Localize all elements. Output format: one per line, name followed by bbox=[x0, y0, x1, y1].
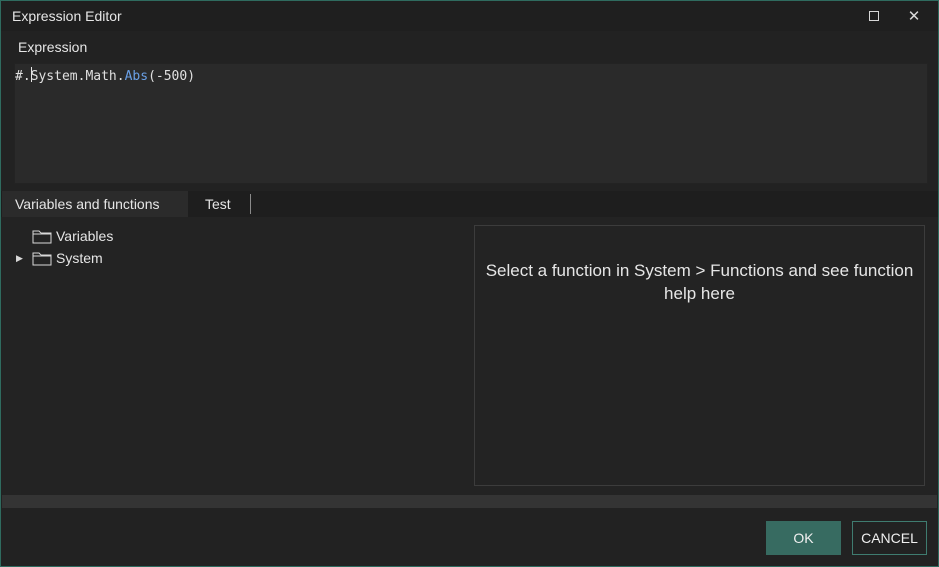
code-prefix: #. bbox=[15, 69, 31, 84]
expression-label: Expression bbox=[18, 39, 88, 55]
dialog-footer: OK CANCEL bbox=[1, 508, 938, 566]
maximize-button[interactable] bbox=[854, 1, 894, 31]
ok-button[interactable]: OK bbox=[766, 521, 841, 555]
close-icon: ✕ bbox=[907, 7, 921, 25]
variables-functions-panel: Variables ▶ System Select a function in … bbox=[2, 217, 937, 495]
title-bar[interactable]: Expression Editor ✕ bbox=[1, 1, 938, 31]
expression-editor-window: Expression Editor ✕ Expression #.System.… bbox=[0, 0, 939, 567]
folder-icon bbox=[32, 252, 52, 265]
code-arguments: (-500) bbox=[148, 69, 196, 84]
cancel-button[interactable]: CANCEL bbox=[852, 521, 927, 555]
tree-item-label: System bbox=[56, 250, 103, 266]
tree-item-label: Variables bbox=[56, 228, 114, 244]
tab-separator bbox=[250, 194, 251, 214]
folder-icon bbox=[32, 230, 52, 243]
expand-arrow-icon[interactable]: ▶ bbox=[16, 253, 32, 264]
function-help-text: Select a function in System > Functions … bbox=[485, 261, 914, 303]
close-button[interactable]: ✕ bbox=[894, 1, 934, 31]
maximize-icon bbox=[869, 11, 879, 21]
tab-strip: Variables and functions Test bbox=[1, 191, 938, 217]
horizontal-scrollbar[interactable] bbox=[2, 495, 937, 508]
tree-item-system[interactable]: ▶ System bbox=[16, 249, 103, 267]
code-function-token: Abs bbox=[124, 69, 149, 84]
tab-variables-and-functions[interactable]: Variables and functions bbox=[2, 191, 188, 217]
tab-test[interactable]: Test bbox=[192, 191, 244, 217]
window-title: Expression Editor bbox=[12, 8, 122, 24]
expression-code: #.System.Math.Abs(-500) bbox=[15, 67, 195, 84]
expression-input[interactable]: #.System.Math.Abs(-500) bbox=[14, 63, 928, 184]
tree-item-variables[interactable]: Variables bbox=[16, 227, 113, 245]
code-namespace: System.Math. bbox=[30, 69, 125, 84]
function-help-panel: Select a function in System > Functions … bbox=[474, 225, 925, 486]
